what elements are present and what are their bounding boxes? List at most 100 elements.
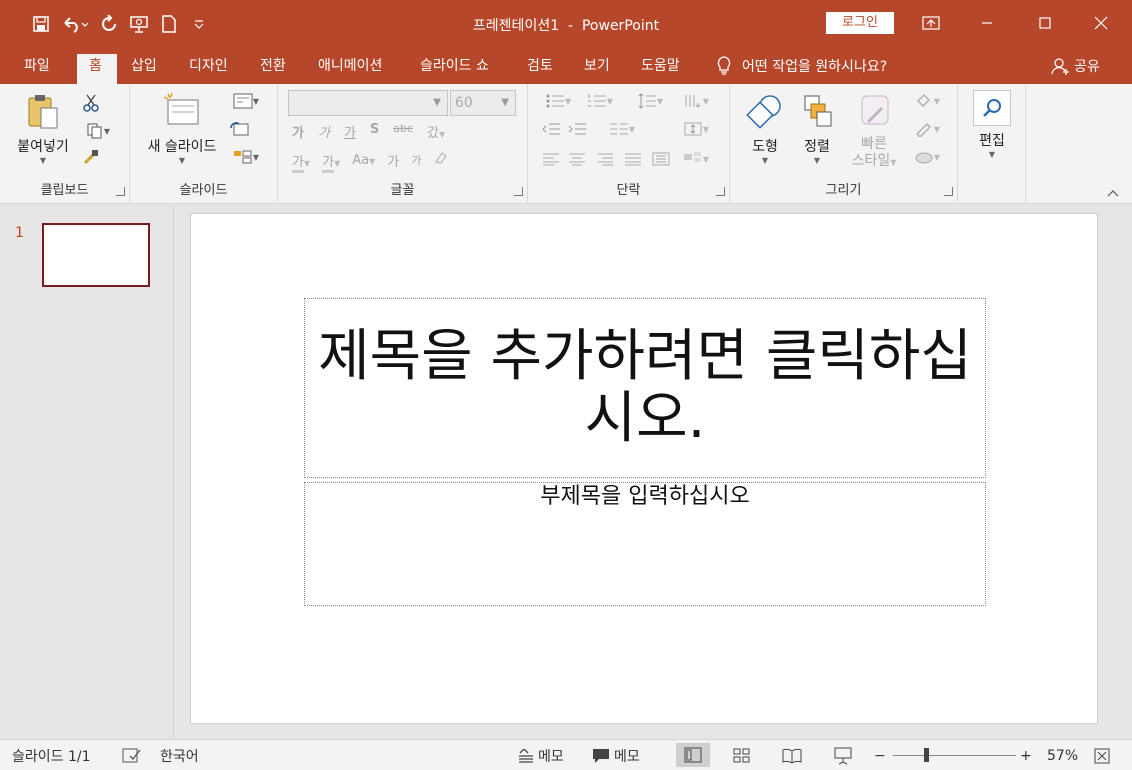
copy-icon[interactable]: ▼ [80, 122, 116, 140]
notes-button[interactable]: 메모 [518, 746, 564, 766]
comments-button[interactable]: 메모 [592, 746, 640, 766]
normal-view-icon[interactable] [676, 743, 710, 767]
text-direction-icon[interactable]: ▼ [678, 92, 714, 110]
highlight-button[interactable]: 가▼ [292, 151, 310, 173]
zoom-level[interactable]: 57% [1047, 746, 1078, 766]
smartart-icon[interactable]: ▼ [678, 150, 714, 168]
bullets-icon[interactable]: ▼ [540, 92, 576, 110]
new-slide-button[interactable]: 새 슬라이드 ▼ [140, 92, 224, 165]
shadow-button[interactable]: S [370, 122, 379, 141]
slide-thumbnail[interactable] [42, 223, 150, 287]
arrange-label: 정렬 [804, 139, 830, 155]
clipboard-launcher-icon[interactable] [116, 187, 125, 196]
zoom-slider-track[interactable] [893, 755, 1016, 756]
strikethrough-button[interactable]: abc [393, 122, 413, 141]
drawing-launcher-icon[interactable] [944, 187, 953, 196]
shapes-dropdown-icon[interactable]: ▼ [740, 156, 790, 165]
language-indicator[interactable]: 한국어 [160, 746, 199, 766]
paste-dropdown-icon[interactable]: ▼ [8, 156, 78, 165]
tab-transitions[interactable]: 전환 [248, 54, 298, 84]
tab-insert[interactable]: 삽입 [119, 54, 169, 84]
grow-font-button[interactable]: 가 [387, 151, 399, 170]
shape-outline-icon[interactable]: ▼ [908, 120, 946, 138]
arrange-dropdown-icon[interactable]: ▼ [792, 156, 842, 165]
change-case-button[interactable]: Aa▼ [352, 153, 375, 168]
font-size-dropdown-icon[interactable]: ▼ [501, 91, 509, 115]
font-size-combo[interactable]: 60 ▼ [450, 90, 516, 116]
align-center-icon[interactable] [566, 150, 588, 168]
new-slide-dropdown-icon[interactable]: ▼ [140, 156, 224, 165]
columns-icon[interactable]: ▼ [604, 120, 640, 138]
shrink-font-button[interactable]: 가 [411, 152, 421, 168]
collapse-ribbon-icon[interactable] [1106, 186, 1120, 198]
tab-animations[interactable]: 애니메이션 [306, 54, 394, 84]
customize-qat-icon[interactable] [184, 12, 214, 36]
shape-effects-icon[interactable]: ▼ [908, 148, 946, 166]
align-left-icon[interactable] [540, 150, 562, 168]
new-document-icon[interactable] [154, 12, 184, 36]
close-icon[interactable] [1078, 8, 1124, 38]
italic-button[interactable]: 가 [318, 122, 330, 141]
tab-file[interactable]: 파일 [12, 54, 62, 84]
editing-button[interactable]: 편집 ▼ [970, 90, 1014, 159]
minimize-icon[interactable] [964, 8, 1010, 38]
fit-to-window-icon[interactable] [1094, 746, 1110, 766]
clear-formatting-icon[interactable] [433, 150, 449, 170]
shape-fill-icon[interactable]: ▼ [908, 92, 946, 110]
align-text-icon[interactable]: ▼ [678, 120, 714, 138]
cut-icon[interactable] [80, 94, 102, 112]
line-spacing-icon[interactable]: ▼ [632, 92, 668, 110]
ribbon: 붙여넣기 ▼ ▼ 클립보드 새 슬라이드 ▼ ▼ ▼ 슬라이드 ▼ 60 ▼ 가… [0, 84, 1132, 204]
quick-styles-button[interactable]: 빠른 스타일▼ [844, 92, 904, 172]
font-name-combo[interactable]: ▼ [288, 90, 448, 116]
redo-icon[interactable] [94, 12, 124, 36]
tab-view[interactable]: 보기 [572, 54, 622, 84]
character-spacing-button[interactable]: 갔▼ [427, 122, 445, 141]
font-color-button[interactable]: 가▼ [322, 151, 340, 173]
zoom-out-button[interactable]: − [874, 746, 886, 766]
paste-button[interactable]: 붙여넣기 ▼ [8, 92, 78, 165]
undo-icon[interactable] [56, 12, 94, 36]
editing-dropdown-icon[interactable]: ▼ [970, 150, 1014, 159]
share-button[interactable]: 공유 [1050, 56, 1100, 76]
subtitle-placeholder[interactable]: 부제목을 입력하십시오 [304, 482, 986, 606]
tab-slideshow[interactable]: 슬라이드 쇼 [408, 54, 501, 84]
tell-me-box[interactable]: 어떤 작업을 원하시나요? [716, 56, 887, 76]
tab-help[interactable]: 도움말 [629, 54, 692, 84]
reading-view-icon[interactable] [782, 746, 802, 766]
shapes-button[interactable]: 도형 ▼ [740, 92, 790, 165]
increase-indent-icon[interactable] [566, 120, 588, 138]
slide-canvas[interactable]: 제목을 추가하려면 클릭하십시오. 부제목을 입력하십시오 [190, 213, 1098, 724]
format-painter-icon[interactable] [80, 148, 102, 166]
justify-icon[interactable] [622, 150, 644, 168]
arrange-button[interactable]: 정렬 ▼ [792, 92, 842, 165]
numbering-icon[interactable]: ▼ [582, 92, 618, 110]
save-icon[interactable] [26, 12, 56, 36]
font-name-dropdown-icon[interactable]: ▼ [433, 91, 441, 115]
quick-styles-dropdown-icon[interactable]: ▼ [890, 158, 896, 167]
section-icon[interactable]: ▼ [228, 148, 264, 166]
decrease-indent-icon[interactable] [540, 120, 562, 138]
slideshow-view-icon[interactable] [833, 746, 853, 766]
tab-design[interactable]: 디자인 [177, 54, 240, 84]
zoom-slider-thumb[interactable] [924, 748, 929, 762]
ribbon-display-options-icon[interactable] [908, 8, 954, 38]
login-button[interactable]: 로그인 [826, 12, 894, 34]
vertical-scrollbar[interactable] [1116, 205, 1132, 739]
underline-button[interactable]: 가 [344, 122, 356, 141]
reset-slide-icon[interactable] [228, 120, 250, 138]
start-slideshow-icon[interactable] [124, 12, 154, 36]
bold-button[interactable]: 가 [292, 122, 304, 141]
align-right-icon[interactable] [594, 150, 616, 168]
spell-check-icon[interactable] [122, 746, 142, 766]
tab-review[interactable]: 검토 [515, 54, 565, 84]
font-launcher-icon[interactable] [514, 187, 523, 196]
title-placeholder[interactable]: 제목을 추가하려면 클릭하십시오. [304, 298, 986, 478]
tab-home[interactable]: 홈 [77, 54, 117, 84]
distributed-icon[interactable] [650, 150, 672, 168]
slide-sorter-icon[interactable] [733, 746, 751, 766]
layout-icon[interactable]: ▼ [228, 92, 264, 110]
zoom-in-button[interactable]: + [1020, 746, 1032, 766]
paragraph-launcher-icon[interactable] [716, 187, 725, 196]
maximize-icon[interactable] [1022, 8, 1068, 38]
